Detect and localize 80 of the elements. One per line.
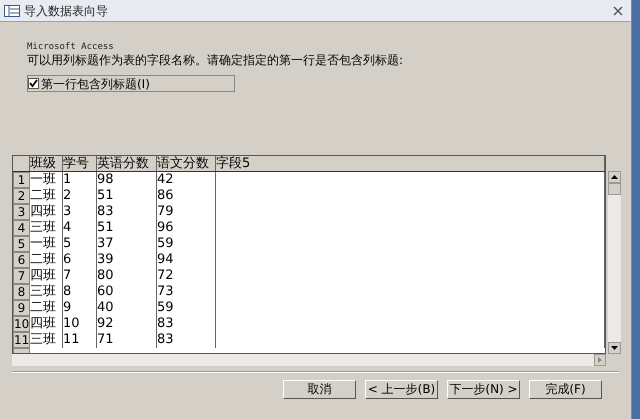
table-cell: 8 [63,284,97,300]
table-cell: 三班 [30,284,63,300]
table-cell: 73 [157,284,216,300]
column-header[interactable]: 班级 [30,156,63,171]
app-name: Microsoft Access [27,42,115,53]
table-cell: 83 [157,316,216,332]
table-cell: 三班 [30,332,63,348]
table-cell: 一班 [30,172,63,188]
table-cell: 72 [157,268,216,284]
instruction-text: 可以用列标题作为表的字段名称。请确定指定的第一行是否包含列标题: [27,53,404,67]
row-number: 6 [13,252,30,268]
table-cell: 96 [157,220,216,236]
table-cell: 51 [97,220,157,236]
table-cell: 四班 [30,316,63,332]
row-number: 11 [13,332,30,348]
wizard-button[interactable]: 取消 [283,380,356,399]
row-number: 7 [13,268,30,284]
table-cell: 5 [63,236,97,252]
row-number: 9 [13,300,30,316]
table-cell: 10 [63,316,97,332]
vertical-scrollbar[interactable] [608,171,621,354]
table-cell: 60 [97,284,157,300]
row-number: 3 [13,204,30,220]
table-cell: 80 [97,268,157,284]
table-cell: 86 [157,188,216,204]
table-cell: 83 [157,332,216,348]
table-cell: 二班 [30,252,63,268]
down-arrow-icon [611,346,618,350]
table-cell: 59 [157,236,216,252]
table-cell: 94 [157,252,216,268]
table-cell: 39 [97,252,157,268]
table-cell: 42 [157,172,216,188]
row-number: 4 [13,220,30,236]
up-arrow-icon [611,175,618,179]
table-cell: 37 [97,236,157,252]
table-cell: 1 [63,172,97,188]
horizontal-scrollbar[interactable] [12,354,606,366]
first-row-checkbox[interactable]: 第一行包含列标题(I) [27,75,235,92]
table-cell: 二班 [30,188,63,204]
table-cell: 四班 [30,268,63,284]
table-cell: 59 [157,300,216,316]
column-header[interactable]: 学号 [63,156,97,171]
table-cell: 40 [97,300,157,316]
column-header[interactable]: 英语分数 [97,156,157,171]
scroll-down-button[interactable] [608,342,621,354]
close-icon[interactable] [613,6,623,16]
table-cell: 79 [157,204,216,220]
column-header[interactable]: 字段5 [216,156,605,171]
window-title: 导入数据表向导 [24,2,108,20]
table-cell: 三班 [30,220,63,236]
wizard-button[interactable]: < 上一步(B) [365,380,438,399]
wizard-button[interactable]: 下一步(N) > [447,380,520,399]
row-number: 5 [13,236,30,252]
check-icon [29,79,38,88]
table-cell: 6 [63,252,97,268]
checkbox[interactable] [28,78,39,89]
row-number: 2 [13,188,30,204]
table-cell: 3 [63,204,97,220]
table-cell: 四班 [30,204,63,220]
wizard-button[interactable]: 完成(F) [529,380,602,399]
table-cell: 98 [97,172,157,188]
table-cell: 11 [63,332,97,348]
table-cell: 二班 [30,300,63,316]
table-cell: 4 [63,220,97,236]
row-number: 1 [13,172,30,188]
table-cell: 71 [97,332,157,348]
row-number: 10 [13,316,30,332]
row-number: 8 [13,284,30,300]
table-cell: 51 [97,188,157,204]
table-cell: 一班 [30,236,63,252]
table-cell: 83 [97,204,157,220]
table-cell: 7 [63,268,97,284]
table-cell: 92 [97,316,157,332]
table-icon [4,4,20,16]
scroll-up-button[interactable] [608,171,621,183]
column-header[interactable]: 语文分数 [157,156,216,171]
table-cell: 9 [63,300,97,316]
scroll-thumb[interactable] [608,183,621,195]
table-cell: 2 [63,188,97,204]
right-arrow-icon [598,357,602,363]
